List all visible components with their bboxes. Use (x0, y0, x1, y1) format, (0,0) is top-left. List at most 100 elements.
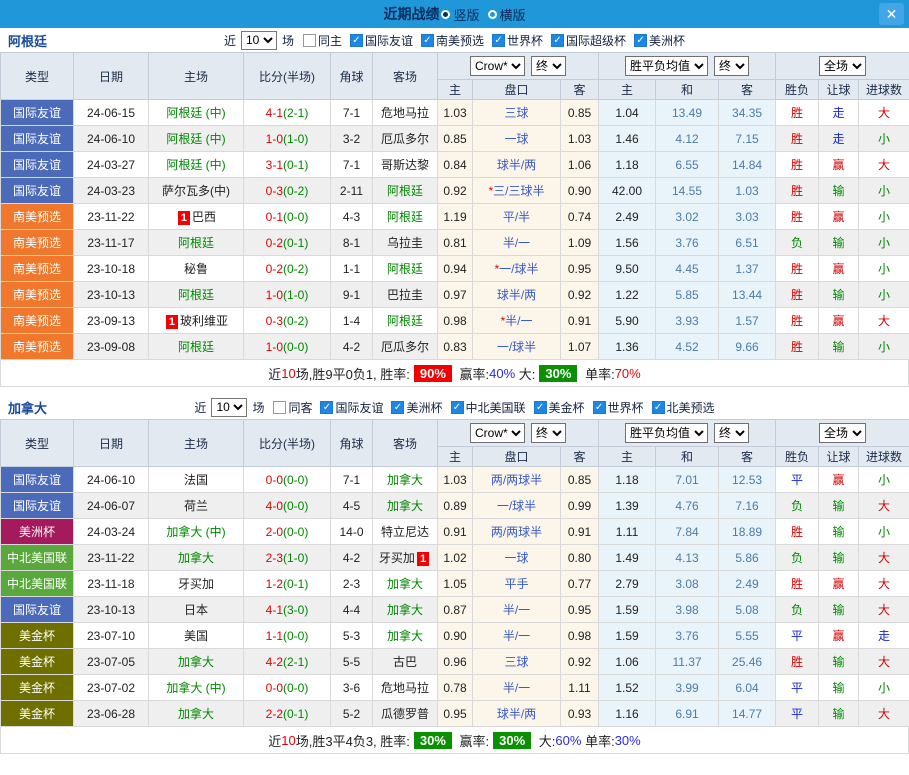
radio-horizontal-label[interactable]: 横版 (500, 5, 526, 24)
league-checkbox-label-4[interactable]: 美洲杯 (649, 32, 685, 49)
league-checkbox-label-3[interactable]: 美金杯 (549, 399, 585, 416)
close-icon[interactable]: ✕ (879, 3, 904, 25)
table-row: 国际友谊23-10-13日本4-1(3-0)4-4加拿大0.87半/一0.951… (1, 597, 909, 623)
league-cell: 中北美国联 (1, 545, 74, 571)
sub-header-6: 胜负 (776, 80, 819, 100)
league-checkbox-label-0[interactable]: 国际友谊 (335, 399, 383, 416)
crow-away-odds-cell: 0.74 (561, 204, 599, 230)
home-team-cell: 加拿大 (中) (149, 519, 244, 545)
league-cell: 国际友谊 (1, 126, 74, 152)
crow-away-odds-cell: 0.90 (561, 178, 599, 204)
same-venue-checkbox[interactable] (303, 34, 316, 47)
table-row: 国际友谊24-06-15阿根廷 (中)4-1(2-1)7-1危地马拉1.03三球… (1, 100, 909, 126)
sub-header-3: 主 (599, 80, 656, 100)
result-cell: 负 (776, 597, 819, 623)
league-checkbox-4[interactable]: ✓ (593, 401, 606, 414)
league-checkbox-label-5[interactable]: 北美预选 (667, 399, 715, 416)
sections-container: 阿根廷近10场同主✓国际友谊✓南美预选✓世界杯✓国际超级杯✓美洲杯类型日期主场比… (0, 28, 909, 754)
team-name-text: 阿根廷 (387, 262, 423, 276)
league-checkbox-4[interactable]: ✓ (634, 34, 647, 47)
league-checkbox-1[interactable]: ✓ (421, 34, 434, 47)
sub-header-3: 主 (599, 447, 656, 467)
odds-source-select[interactable]: Crow* (470, 423, 525, 443)
crow-away-odds-cell: 0.91 (561, 308, 599, 334)
half-score: (2-1) (283, 655, 308, 669)
league-checkbox-label-4[interactable]: 世界杯 (608, 399, 644, 416)
team-name-text: 牙买加 (178, 577, 214, 591)
same-venue-checkbox[interactable] (273, 401, 286, 414)
date-cell: 23-07-02 (74, 675, 149, 701)
league-checkbox-2[interactable]: ✓ (451, 401, 464, 414)
date-cell: 24-03-24 (74, 519, 149, 545)
league-checkbox-label-2[interactable]: 世界杯 (507, 32, 543, 49)
league-checkbox-1[interactable]: ✓ (391, 401, 404, 414)
odds-time-select[interactable]: 终 (531, 56, 566, 76)
team-name-text: 乌拉圭 (387, 236, 423, 250)
league-checkbox-3[interactable]: ✓ (534, 401, 547, 414)
avg-odds-select[interactable]: 胜平负均值 (625, 56, 708, 76)
league-checkbox-label-2[interactable]: 中北美国联 (466, 399, 526, 416)
half-score: (2-1) (283, 106, 308, 120)
home-team-cell: 1玻利维亚 (149, 308, 244, 334)
avg-home-cell: 1.16 (599, 701, 656, 727)
crow-away-odds-cell: 1.07 (561, 334, 599, 360)
league-checkbox-2[interactable]: ✓ (492, 34, 505, 47)
full-score: 1-1 (266, 629, 283, 643)
date-cell: 24-06-15 (74, 100, 149, 126)
date-cell: 24-06-10 (74, 467, 149, 493)
same-venue-label[interactable]: 同主 (318, 32, 342, 49)
handicap-line-cell: *一/球半 (473, 256, 561, 282)
league-checkbox-3[interactable]: ✓ (551, 34, 564, 47)
recent-count-select[interactable]: 10 (241, 31, 277, 50)
result-text: 大 (878, 655, 890, 669)
league-checkbox-0[interactable]: ✓ (350, 34, 363, 47)
league-checkbox-label-1[interactable]: 美洲杯 (406, 399, 442, 416)
crow-away-odds-cell: 0.85 (561, 467, 599, 493)
away-team-cell: 瓜德罗普 (373, 701, 438, 727)
full-score: 1-0 (266, 132, 283, 146)
sub-header-6: 胜负 (776, 447, 819, 467)
radio-vertical-layout[interactable] (441, 10, 450, 19)
handicap-line-text: 半/一 (503, 236, 530, 250)
date-cell: 23-11-17 (74, 230, 149, 256)
scope-select[interactable]: 全场 (819, 56, 866, 76)
handicap-result-cell: 输 (819, 519, 859, 545)
half-score: (1-0) (283, 551, 308, 565)
avg-home-cell: 1.18 (599, 152, 656, 178)
radio-vertical-label[interactable]: 竖版 (453, 5, 479, 24)
avg-draw-cell: 3.99 (656, 675, 719, 701)
avg-time-select[interactable]: 终 (714, 423, 749, 443)
league-checkbox-label-3[interactable]: 国际超级杯 (566, 32, 626, 49)
odds-source-select[interactable]: Crow* (470, 56, 525, 76)
league-checkbox-label-0[interactable]: 国际友谊 (365, 32, 413, 49)
handicap-line-text: 一球 (504, 132, 528, 146)
recent-count-select[interactable]: 10 (211, 398, 247, 417)
odds-selects: Crow* 终 (438, 423, 598, 443)
team-name-text: 阿根廷 (178, 340, 214, 354)
score-cell: 1-0(1-0) (244, 282, 331, 308)
scope-select[interactable]: 全场 (819, 423, 866, 443)
result-text: 小 (878, 525, 890, 539)
radio-horizontal-layout[interactable] (488, 10, 497, 19)
avg-odds-select[interactable]: 胜平负均值 (625, 423, 708, 443)
handicap-line-cell: 半/一 (473, 623, 561, 649)
summary-text: 70% (615, 366, 641, 381)
handicap-line-text: 两/两球半 (491, 525, 542, 539)
result-text: 大 (878, 158, 890, 172)
league-checkbox-0[interactable]: ✓ (320, 401, 333, 414)
league-checkbox-5[interactable]: ✓ (652, 401, 665, 414)
handicap-line-cell: 三球 (473, 100, 561, 126)
scope-group-header: 全场 (776, 420, 909, 447)
handicap-line-text: 两/两球半 (491, 473, 542, 487)
half-score: (0-0) (283, 681, 308, 695)
result-text: 小 (878, 681, 890, 695)
same-venue-label[interactable]: 同客 (288, 399, 312, 416)
home-team-cell: 加拿大 (149, 649, 244, 675)
odds-time-select[interactable]: 终 (531, 423, 566, 443)
filter-bar: 阿根廷近10场同主✓国际友谊✓南美预选✓世界杯✓国际超级杯✓美洲杯 (0, 28, 909, 52)
home-team-cell: 法国 (149, 467, 244, 493)
corner-cell: 5-3 (331, 623, 373, 649)
avg-time-select[interactable]: 终 (714, 56, 749, 76)
league-checkbox-label-1[interactable]: 南美预选 (436, 32, 484, 49)
result-cell: 平 (776, 675, 819, 701)
